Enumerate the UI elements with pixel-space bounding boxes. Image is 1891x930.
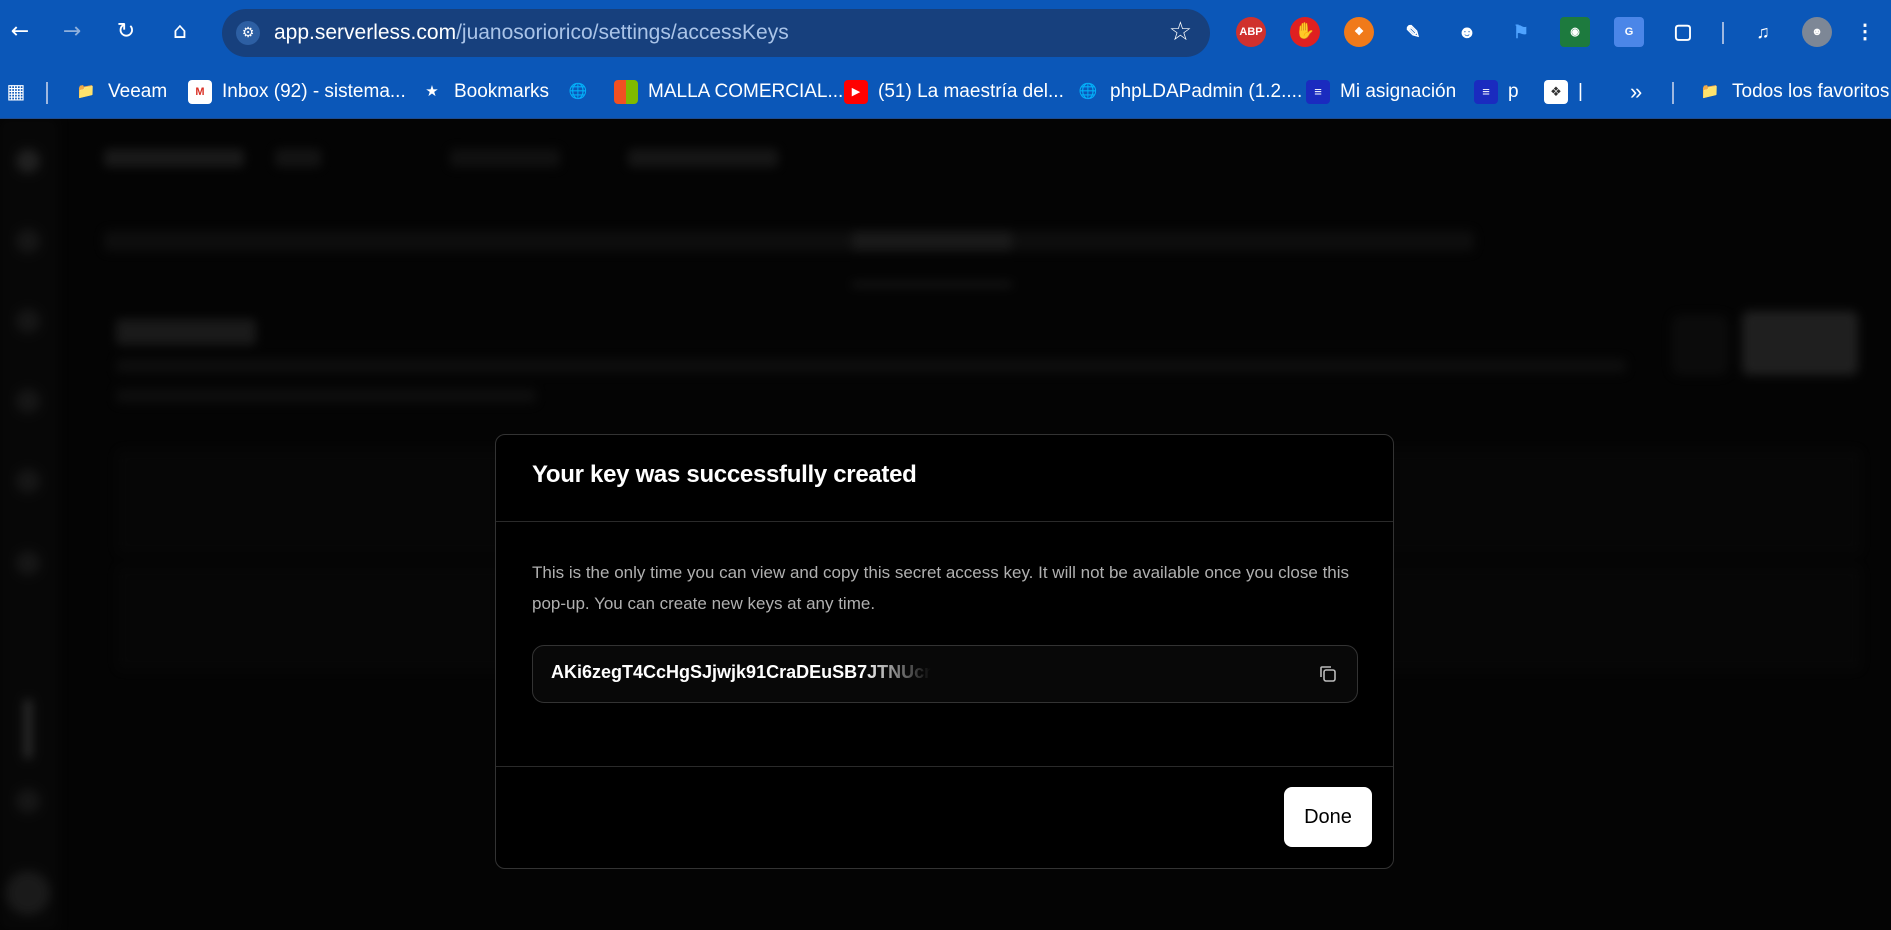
bookmark-p[interactable]: ≡ p xyxy=(1474,76,1519,108)
profile-avatar[interactable]: ☻ xyxy=(1802,17,1832,47)
browser-toolbar: ← → ↻ ⌂ ⚙ app.serverless.com/juanosorior… xyxy=(0,0,1891,66)
home-icon[interactable]: ⌂ xyxy=(164,16,196,48)
bookmark-label: (51) La maestría del... xyxy=(878,81,1064,102)
bookmark-youtube[interactable]: ▶ (51) La maestría del... xyxy=(844,76,1064,108)
translate-icon[interactable]: G xyxy=(1614,17,1644,47)
bookmark-label: MALLA COMERCIAL... xyxy=(648,81,844,102)
forward-icon[interactable]: → xyxy=(56,16,88,48)
apps-grid-icon[interactable]: ▦ xyxy=(4,76,28,108)
url-path: /juanosoriorico/settings/accessKeys xyxy=(456,21,789,44)
photo-ext-icon[interactable]: ◉ xyxy=(1560,17,1590,47)
media-icon[interactable]: ♫ xyxy=(1748,17,1778,47)
bookmark-star-icon[interactable]: ☆ xyxy=(1169,17,1192,47)
modal-description: This is the only time you can view and c… xyxy=(532,563,1350,613)
toolbar-divider xyxy=(1722,22,1724,44)
bookmark-phpldapadmin[interactable]: 🌐 phpLDAPadmin (1.2.... xyxy=(1076,76,1303,108)
back-icon[interactable]: ← xyxy=(4,16,36,48)
bookmark-all-favorites[interactable]: 📁 Todos los favoritos xyxy=(1698,76,1890,108)
bookmarks-divider xyxy=(1672,82,1674,104)
gmail-icon: M xyxy=(188,80,212,104)
bookmarks-more[interactable]: » xyxy=(1630,76,1642,108)
modal-divider xyxy=(496,766,1393,767)
reload-icon[interactable]: ↻ xyxy=(110,16,142,48)
key-created-modal: Your key was successfully created This i… xyxy=(495,434,1394,869)
stop-hand-icon[interactable]: ✋ xyxy=(1290,17,1320,47)
bookmark-label: Mi asignación xyxy=(1340,81,1457,102)
doc-icon: ≡ xyxy=(1306,80,1330,104)
microsoft-icon xyxy=(614,80,638,104)
modal-title: Your key was successfully created xyxy=(532,461,917,488)
doc-icon: ≡ xyxy=(1474,80,1498,104)
link-icon: ❖ xyxy=(1544,80,1568,104)
bookmark-link[interactable]: ❖ | xyxy=(1544,76,1583,108)
globe-icon: 🌐 xyxy=(568,83,588,100)
site-info-icon[interactable]: ⚙ xyxy=(236,21,260,45)
modal-divider xyxy=(496,521,1393,522)
star-icon: ★ xyxy=(425,83,439,100)
address-bar[interactable]: ⚙ app.serverless.com/juanosoriorico/sett… xyxy=(222,9,1210,57)
bookmark-label: Inbox (92) - sistema... xyxy=(222,81,406,102)
bookmark-veeam[interactable]: 📁 Veeam xyxy=(74,76,168,108)
bookmarks-bar: ▦ 📁 Veeam M Inbox (92) - sistema... ★ Bookm… xyxy=(0,66,1891,119)
bookmark-label: phpLDAPadmin (1.2.... xyxy=(1110,81,1303,102)
folder-icon: 📁 xyxy=(1700,83,1720,100)
adblock-icon[interactable]: ABP xyxy=(1236,17,1266,47)
bookmark-bookmarks[interactable]: ★ Bookmarks xyxy=(420,76,549,108)
bookmark-label: Bookmarks xyxy=(454,81,550,102)
bookmarks-divider xyxy=(46,82,48,104)
menu-kebab-icon[interactable]: ⋮ xyxy=(1850,17,1880,47)
orange-ext-icon[interactable]: ❖ xyxy=(1344,17,1374,47)
globe-icon: 🌐 xyxy=(1078,83,1098,100)
access-key-value[interactable]: AKi6zegT4CcHgSJjwjk91CraDEuSB7JTNUcn xyxy=(551,662,931,683)
youtube-icon: ▶ xyxy=(844,80,868,104)
folder-icon: 📁 xyxy=(76,83,96,100)
bookmark-label: | xyxy=(1578,81,1583,102)
ghostery-icon[interactable]: ☻ xyxy=(1452,17,1482,47)
bookmark-label: Todos los favoritos xyxy=(1732,81,1890,102)
bookmark-inbox[interactable]: M Inbox (92) - sistema... xyxy=(188,76,406,108)
puzzle-icon[interactable]: ▢ xyxy=(1668,17,1698,47)
bookmark-mi-asignacion[interactable]: ≡ Mi asignación xyxy=(1306,76,1456,108)
done-button[interactable]: Done xyxy=(1284,787,1372,847)
bookmark-label: p xyxy=(1508,81,1519,102)
copy-icon[interactable] xyxy=(1317,663,1339,685)
tag-icon[interactable]: ⚑ xyxy=(1506,17,1536,47)
url-text[interactable]: app.serverless.com/juanosoriorico/settin… xyxy=(274,21,789,45)
bookmark-label: Veeam xyxy=(108,81,168,102)
bookmark-globe[interactable]: 🌐 xyxy=(566,76,600,108)
eyedropper-icon[interactable]: ✎ xyxy=(1398,17,1428,47)
url-host: app.serverless.com xyxy=(274,21,457,44)
bookmark-malla[interactable]: MALLA COMERCIAL... xyxy=(614,76,843,108)
app-viewport: Your key was successfully created This i… xyxy=(0,119,1891,930)
access-key-field[interactable]: AKi6zegT4CcHgSJjwjk91CraDEuSB7JTNUcn xyxy=(532,645,1358,703)
